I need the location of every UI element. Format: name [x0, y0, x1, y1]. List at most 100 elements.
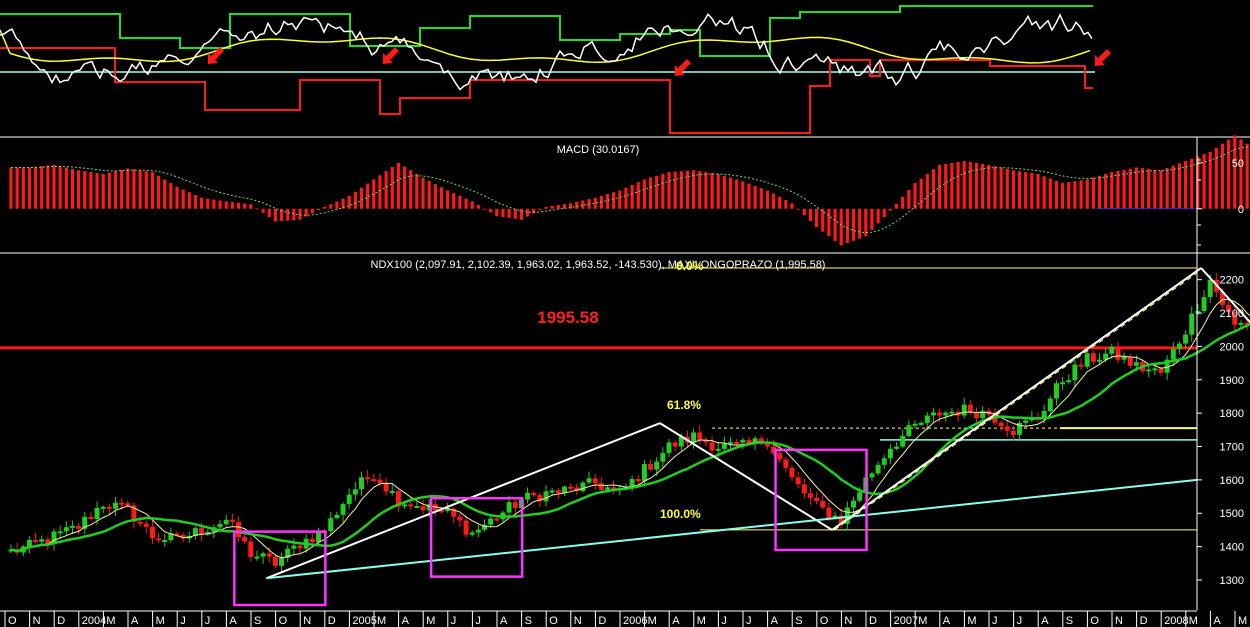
- x-tick-label: S: [254, 615, 261, 627]
- candle-body: [1146, 369, 1152, 372]
- x-tick-label: N: [844, 615, 852, 627]
- macd-bar: [107, 172, 111, 209]
- candle-body: [851, 500, 857, 508]
- x-tick-label: O: [8, 615, 17, 627]
- macd-bar: [1110, 172, 1114, 209]
- candle-body: [924, 415, 930, 423]
- candle-body: [918, 422, 924, 425]
- x-tick-label: M: [106, 615, 115, 627]
- candle-body: [383, 483, 389, 492]
- x-tick-label: S: [525, 615, 532, 627]
- candle-body: [629, 478, 635, 487]
- price-tick-label: 1700: [1220, 442, 1244, 454]
- macd-bar: [833, 208, 837, 241]
- macd-bar: [415, 173, 419, 209]
- x-tick-label: A: [771, 615, 779, 627]
- macd-bar: [624, 187, 628, 209]
- macd-bar: [722, 175, 726, 209]
- macd-bar: [64, 167, 68, 209]
- macd-bar: [1233, 135, 1237, 209]
- macd-bar: [802, 208, 806, 216]
- candle-body: [943, 412, 949, 416]
- candle-body: [457, 516, 463, 521]
- candle-body: [359, 477, 365, 490]
- macd-bar: [126, 168, 130, 209]
- candle-body: [1158, 368, 1164, 373]
- candle-body: [39, 539, 45, 542]
- macd-bar: [89, 172, 93, 209]
- candle-body: [930, 412, 936, 416]
- macd-bar: [482, 208, 487, 210]
- macd-bar: [138, 170, 142, 209]
- price-tick-label: 1600: [1220, 475, 1244, 487]
- macd-bar: [1067, 182, 1071, 209]
- macd-bar: [679, 171, 683, 209]
- macd-bar: [9, 167, 13, 209]
- macd-bar: [1245, 143, 1249, 209]
- candle-body: [1109, 346, 1115, 354]
- candle-body: [340, 503, 346, 515]
- macd-bar: [636, 182, 640, 209]
- candle-body: [420, 505, 426, 511]
- macd-bar: [1159, 170, 1163, 209]
- macd-bar: [359, 187, 364, 209]
- macd-bar: [981, 163, 985, 209]
- macd-bar: [612, 192, 616, 209]
- macd-bar: [525, 208, 530, 217]
- candle-body: [881, 458, 887, 465]
- x-tick-label: J: [451, 615, 457, 627]
- macd-bar: [255, 208, 259, 210]
- candle-body: [506, 502, 512, 513]
- candle-body: [33, 539, 39, 542]
- macd-bar: [1054, 180, 1059, 209]
- candle-body: [697, 432, 703, 441]
- macd-bar: [1220, 143, 1225, 209]
- macd-bar: [1079, 180, 1083, 209]
- macd-bar: [661, 173, 665, 209]
- macd-bar: [1171, 165, 1175, 209]
- macd-bar: [1085, 179, 1089, 209]
- macd-bar: [212, 199, 216, 209]
- candle-body: [76, 525, 82, 529]
- macd-bar: [384, 171, 388, 209]
- candle-body: [660, 452, 666, 462]
- macd-bar: [1134, 167, 1139, 209]
- macd-bar: [1073, 181, 1077, 209]
- candle-body: [764, 444, 770, 447]
- macd-bar: [501, 208, 505, 217]
- macd-bar: [470, 201, 474, 209]
- x-tick-label: 2004: [82, 615, 106, 627]
- price-tick-label: 2200: [1220, 275, 1244, 287]
- price-tick-label: 1400: [1220, 542, 1244, 554]
- x-tick-label: N: [303, 615, 311, 627]
- macd-bar: [575, 201, 579, 209]
- macd-bar: [1239, 139, 1243, 209]
- candle-body: [463, 520, 469, 535]
- macd-bar: [1017, 171, 1022, 209]
- macd-bar: [882, 208, 886, 217]
- macd-bar: [489, 208, 493, 213]
- macd-bar: [464, 198, 468, 209]
- candle-body: [297, 545, 303, 549]
- candle-body: [1084, 353, 1090, 367]
- candle-body: [543, 491, 549, 502]
- x-tick-label: J: [992, 615, 998, 627]
- candle-body: [346, 494, 352, 504]
- macd-bar: [132, 169, 136, 209]
- macd-bar: [236, 202, 241, 209]
- x-tick-label: D: [598, 615, 606, 627]
- macd-bar: [175, 186, 179, 209]
- x-tick-label: 2008: [1164, 615, 1188, 627]
- candle-body: [592, 478, 598, 484]
- macd-bar: [495, 208, 499, 217]
- price-title: NDX100 (2,097.91, 2,102.39, 1,963.02, 1,…: [371, 259, 826, 271]
- candle-body: [814, 497, 820, 501]
- x-tick-label: A: [1041, 615, 1049, 627]
- macd-bar: [40, 166, 44, 209]
- macd-bar: [193, 195, 198, 209]
- x-tick-label: M: [967, 615, 976, 627]
- macd-bar: [446, 190, 450, 209]
- x-tick-label: S: [1066, 615, 1073, 627]
- macd-bar: [200, 197, 204, 209]
- macd-bar: [716, 173, 720, 209]
